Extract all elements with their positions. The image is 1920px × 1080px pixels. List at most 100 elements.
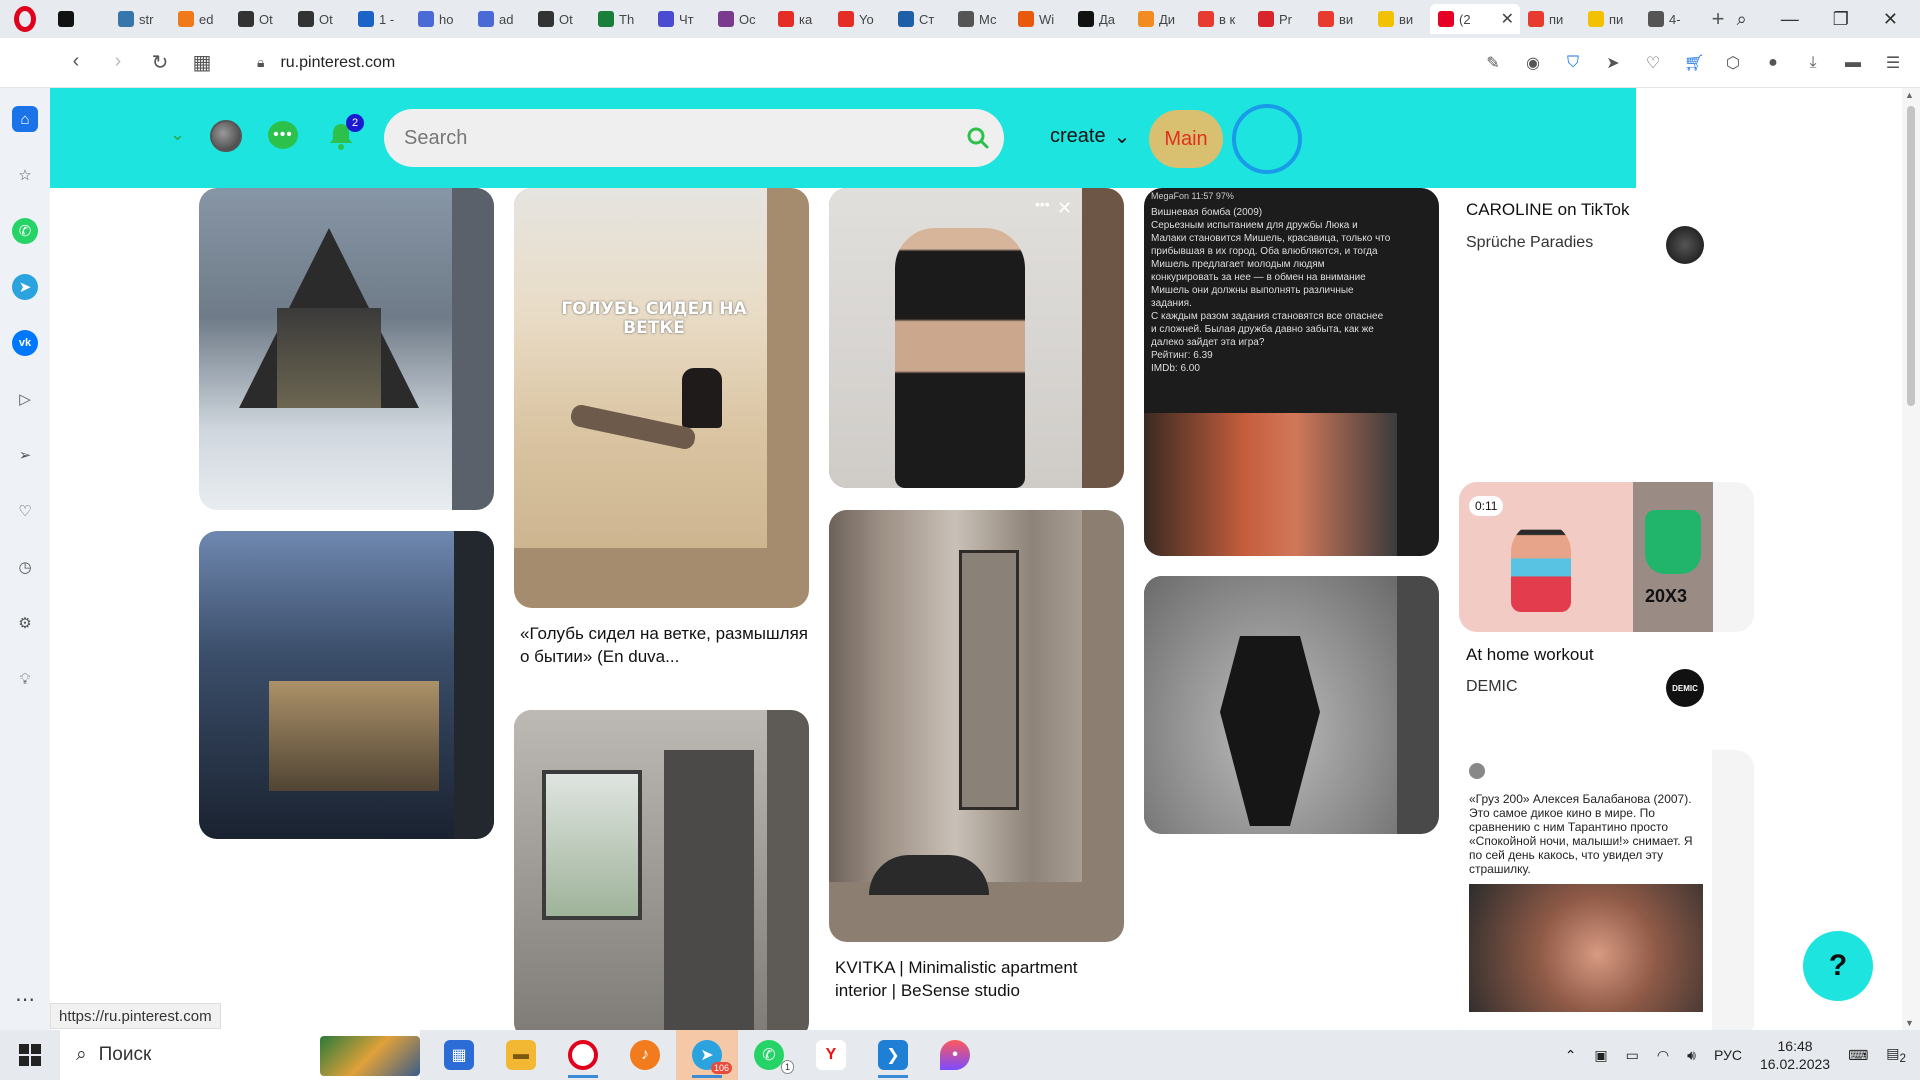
browser-tab[interactable]: Ст [890,4,950,34]
search-input[interactable] [404,126,944,150]
calendar-app-icon[interactable]: ▦ [428,1030,490,1080]
chevron-down-icon[interactable]: ⌄ [170,124,185,145]
download-icon[interactable]: ⤓ [1804,54,1822,72]
browser-tab[interactable]: 1 - [350,4,410,34]
messages-icon[interactable]: ••• [268,121,298,149]
snapshot-icon[interactable]: ◉ [1524,53,1542,73]
browser-tab[interactable]: в к [1190,4,1250,34]
pin-title-workout[interactable]: At home workout [1466,643,1594,666]
tab-search-icon[interactable]: ⌕ [1737,9,1747,30]
flow-icon[interactable]: ➢ [12,442,38,468]
browser-tab[interactable]: ed [170,4,230,34]
browser-tab[interactable]: Да [1070,4,1130,34]
page-scrollbar[interactable]: ▲ ▼ [1902,88,1920,1030]
tab-overview-button[interactable]: ▦ [181,50,223,75]
browser-tab[interactable]: str [110,4,170,34]
pin-tweet-screenshot[interactable]: «Груз 200» Алексея Балабанова (2007). Эт… [1459,750,1754,1040]
scrollbar-thumb[interactable] [1907,106,1915,406]
whatsapp-taskbar-icon[interactable]: ✆ 1 [738,1030,800,1080]
browser-tab[interactable]: ви [1310,4,1370,34]
browser-tab[interactable]: пи [1520,4,1580,34]
browser-tab[interactable]: ка [770,4,830,34]
opera-menu-button[interactable] [0,0,50,38]
browser-tab[interactable]: пи [1580,4,1640,34]
url-field[interactable]: ru.pinterest.com [280,54,395,72]
yandex-browser-icon[interactable]: Y [800,1030,862,1080]
account-icon[interactable]: ● [1764,54,1782,72]
clock[interactable]: 16:48 16.02.2023 [1760,1037,1830,1073]
send-icon[interactable]: ➤ [1604,53,1622,73]
pin-workout-video[interactable]: 20X3 0:11 [1459,482,1754,632]
battery-icon[interactable]: ▭ [1626,1047,1639,1064]
drop-app-icon[interactable]: • [924,1030,986,1080]
browser-tab[interactable]: ви [1370,4,1430,34]
create-dropdown[interactable]: create ⌄ [1050,124,1130,149]
cube-icon[interactable]: ⬡ [1724,53,1742,73]
pin-swimsuit-image[interactable] [1144,576,1439,834]
browser-tab[interactable] [50,4,110,34]
help-button[interactable]: ? [1803,931,1873,1001]
pin-cabin-image[interactable] [199,188,494,510]
forward-button[interactable]: › [97,50,139,75]
new-tab-button[interactable]: + [1700,6,1736,32]
vpn-shield-icon[interactable]: ⛉ [1564,54,1582,72]
circle-button[interactable] [1232,104,1302,174]
player-icon[interactable]: ▷ [12,386,38,412]
pin-poster-image[interactable]: ГОЛУБЬ СИДЕЛ НА ВЕТКЕ [514,188,809,608]
browser-tab[interactable]: Pr [1250,4,1310,34]
back-button[interactable]: ‹ [55,50,97,75]
reload-button[interactable]: ↻ [139,50,181,75]
vscode-icon[interactable]: ❯ [862,1030,924,1080]
pin-film-screenshot[interactable]: MegaFon 11:57 97% Вишневая бомба (2009) … [1144,188,1439,556]
browser-tab[interactable]: Чт [650,4,710,34]
taskbar-search[interactable]: ⌕ Поиск [60,1030,420,1080]
pin-title-poster[interactable]: «Голубь сидел на ветке, размышляя о быти… [520,622,810,668]
notifications-icon[interactable]: ▤2 [1886,1045,1906,1065]
avatar[interactable] [1666,226,1704,264]
avatar[interactable]: DEMIC [1666,669,1704,707]
music-app-icon[interactable]: ♪ [614,1030,676,1080]
opera-taskbar-icon[interactable] [552,1030,614,1080]
lock-icon[interactable]: 🔒︎ [257,54,264,71]
browser-tab[interactable]: Ди [1130,4,1190,34]
pin-hallway-image[interactable] [829,510,1124,942]
minimize-button[interactable]: — [1781,9,1799,30]
vk-icon[interactable]: vk [12,330,38,356]
browser-tab[interactable]: Wi [1010,4,1070,34]
favorites-icon[interactable]: ♡ [12,498,38,524]
wifi-icon[interactable]: ◠ [1657,1047,1669,1064]
settings-icon[interactable]: ⚙ [12,610,38,636]
browser-tab[interactable]: Th [590,4,650,34]
edit-icon[interactable]: ✎ [1484,53,1502,73]
profile-avatar[interactable] [210,120,242,152]
close-tab-icon[interactable]: ✕ [1501,9,1514,29]
volume-icon[interactable]: 🔊︎ [1687,1047,1696,1064]
browser-tab[interactable]: ad [470,4,530,34]
browser-tab[interactable]: Ос [710,4,770,34]
device-icon[interactable]: ▣ [1594,1047,1607,1064]
pin-title-tiktok[interactable]: CAROLINE on TikTok [1466,198,1629,221]
telegram-icon[interactable]: ➤ [12,274,38,300]
cart-icon[interactable]: 🛒︎ [1684,53,1704,73]
file-explorer-icon[interactable]: ▬ [490,1030,552,1080]
start-button[interactable] [0,1044,60,1066]
bookmark-heart-icon[interactable]: ♡ [1644,53,1662,73]
more-icon[interactable]: ⋯ [15,987,35,1012]
pin-room-image[interactable] [514,710,809,1040]
pin-creator-tiktok[interactable]: Sprüche Paradies [1466,234,1593,252]
main-button[interactable]: Main [1149,110,1223,168]
home-icon[interactable]: ⌂ [12,106,38,132]
search-icon[interactable] [966,126,990,150]
scroll-down-icon[interactable]: ▼ [1905,1018,1914,1028]
telegram-taskbar-icon[interactable]: ➤ 106 [676,1030,738,1080]
restore-button[interactable]: ❐ [1833,9,1849,30]
language-indicator[interactable]: РУС [1714,1047,1742,1063]
speed-dial-icon[interactable]: ☆ [12,162,38,188]
tips-icon[interactable]: 💡︎ [12,666,38,692]
chevron-up-icon[interactable]: ⌃ [1565,1047,1577,1064]
pin-gazebo-image[interactable] [199,531,494,839]
browser-tab[interactable]: Ot [230,4,290,34]
easy-setup-icon[interactable]: ☰ [1884,53,1902,73]
pin-sportswear-image[interactable]: ••• ✕ [829,188,1124,488]
keyboard-icon[interactable]: ⌨ [1848,1047,1868,1064]
